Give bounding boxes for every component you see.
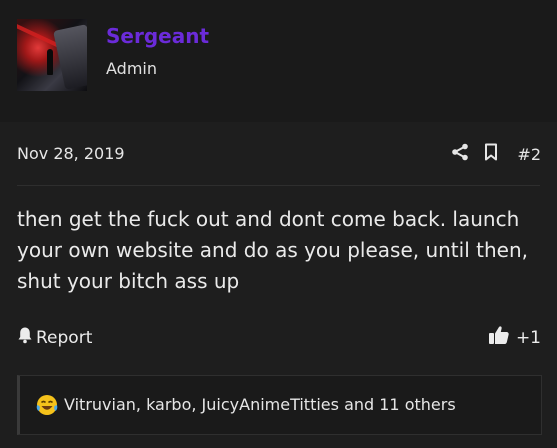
avatar-figure	[47, 49, 53, 75]
bookmark-icon[interactable]	[483, 143, 499, 165]
header-divider	[17, 185, 540, 186]
user-role: Admin	[106, 59, 157, 78]
laughing-crying-emoji-icon	[36, 394, 58, 416]
username-link[interactable]: Sergeant	[106, 24, 209, 48]
post-number-link[interactable]: #2	[517, 145, 541, 164]
thumbs-up-icon	[488, 325, 510, 350]
reactions-names[interactable]: Vitruvian, karbo, JuicyAnimeTitties and …	[64, 395, 456, 414]
reactions-bar[interactable]: Vitruvian, karbo, JuicyAnimeTitties and …	[17, 375, 542, 435]
like-button[interactable]: +1	[488, 325, 541, 350]
like-count: +1	[515, 327, 541, 348]
post-actions: #2	[437, 143, 541, 165]
post-date[interactable]: Nov 28, 2019	[17, 144, 125, 163]
post-body: then get the fuck out and dont come back…	[17, 207, 528, 293]
avatar[interactable]	[17, 19, 87, 91]
share-icon[interactable]	[451, 143, 469, 165]
report-button[interactable]: Report	[17, 326, 92, 349]
report-label: Report	[36, 327, 93, 348]
post-author-header: Sergeant Admin	[0, 0, 557, 122]
bell-icon	[17, 326, 33, 349]
avatar-rock	[53, 24, 87, 90]
